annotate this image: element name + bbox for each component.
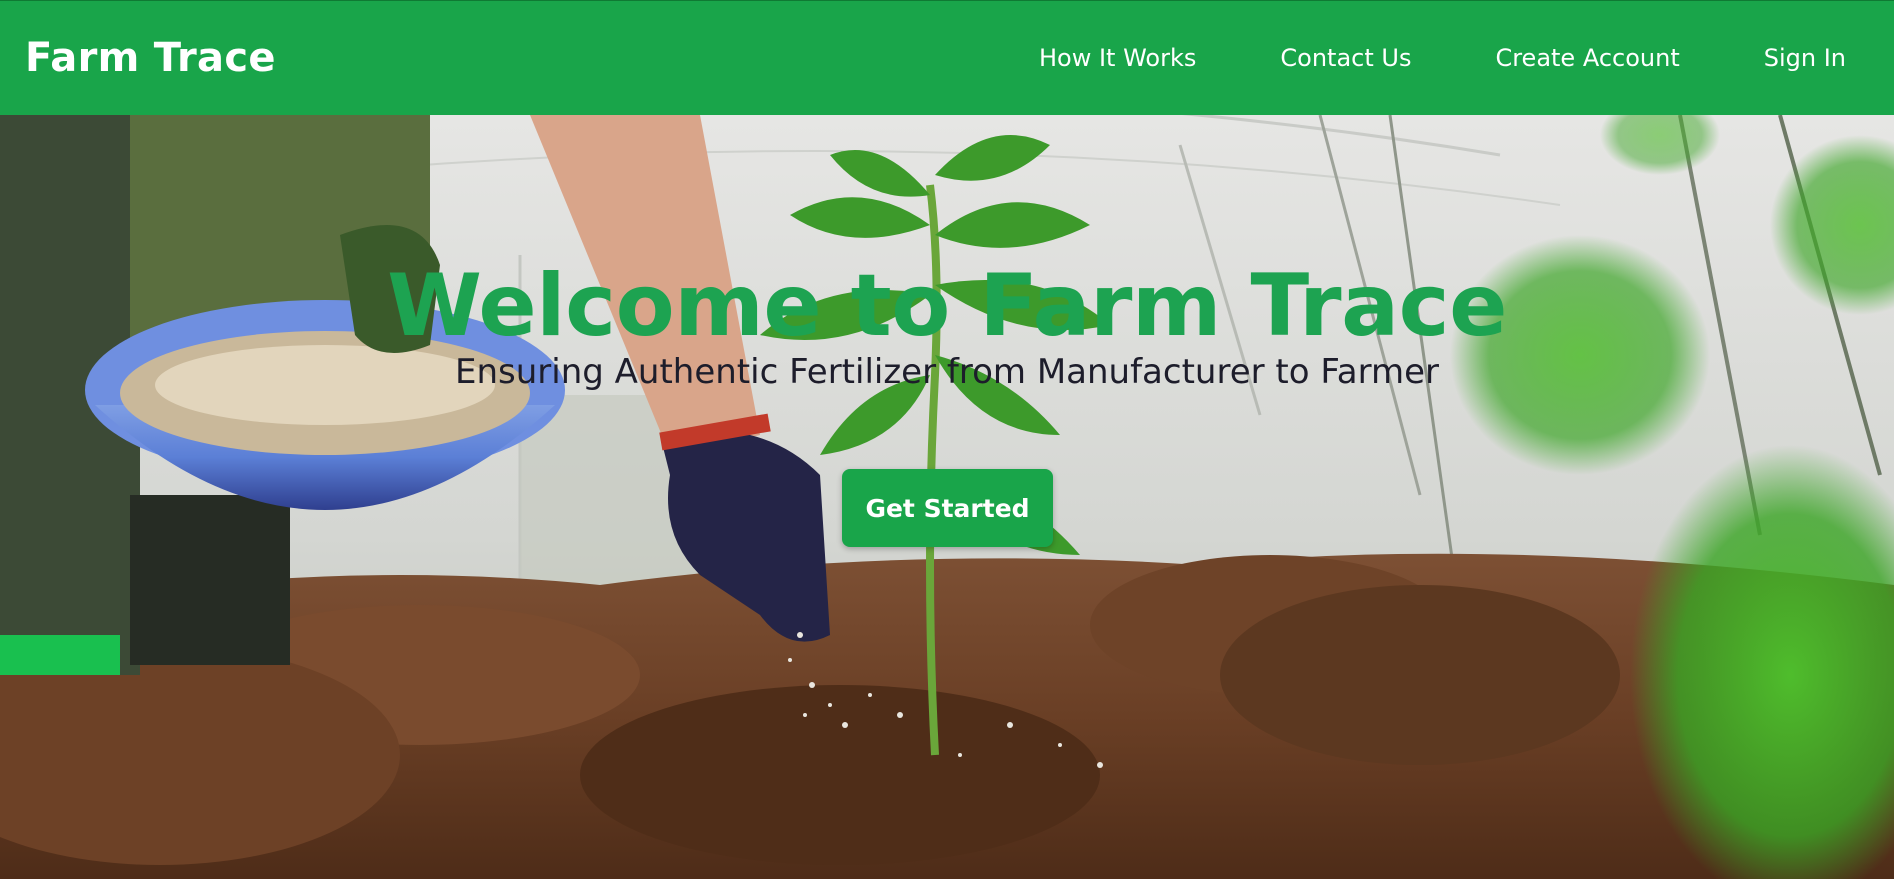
brand-logo[interactable]: Farm Trace [25, 35, 276, 81]
hero-title: Welcome to Farm Trace [387, 256, 1507, 356]
hero-subtitle: Ensuring Authentic Fertilizer from Manuf… [454, 352, 1440, 392]
nav-links: How It Works Contact Us Create Account S… [955, 44, 1846, 72]
hero-section: Welcome to Farm Trace Ensuring Authentic… [0, 115, 1894, 879]
nav-link-sign-in[interactable]: Sign In [1764, 44, 1846, 72]
nav-link-create-account[interactable]: Create Account [1495, 44, 1679, 72]
nav-link-how-it-works[interactable]: How It Works [1039, 44, 1196, 72]
hero-content: Welcome to Farm Trace Ensuring Authentic… [0, 115, 1894, 879]
top-navbar: Farm Trace How It Works Contact Us Creat… [0, 0, 1894, 115]
get-started-button[interactable]: Get Started [842, 469, 1053, 547]
nav-link-contact-us[interactable]: Contact Us [1280, 44, 1411, 72]
